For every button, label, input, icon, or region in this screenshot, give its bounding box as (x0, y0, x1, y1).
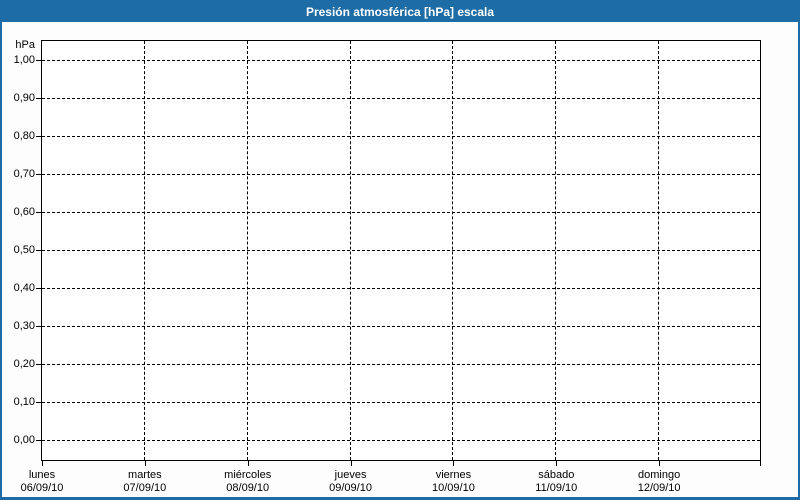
gridline-vertical (658, 41, 660, 460)
gridline-vertical (452, 41, 454, 460)
y-tick-mark (36, 402, 41, 403)
gridline-vertical (246, 41, 248, 460)
gridline-vertical (349, 41, 351, 460)
y-tick-label: 0,90 (13, 92, 35, 104)
y-tick-label: 1,00 (13, 54, 35, 66)
x-tick-mark (42, 461, 43, 466)
x-day-label: domingo (638, 469, 681, 481)
y-tick-mark (36, 288, 41, 289)
gridline-horizontal (42, 440, 760, 441)
y-tick-label: 0,10 (13, 396, 35, 408)
gridline-horizontal (42, 288, 760, 289)
y-tick-mark (36, 326, 41, 327)
y-tick-label: 0,20 (13, 358, 35, 370)
y-tick-mark (36, 174, 41, 175)
gridline-horizontal (42, 60, 760, 61)
x-date-label: 12/09/10 (637, 482, 681, 494)
gridline-horizontal (42, 364, 760, 365)
plot-area (41, 40, 761, 461)
y-tick-label: 0,40 (13, 282, 35, 294)
y-tick-mark (36, 136, 41, 137)
gridline-horizontal (42, 174, 760, 175)
y-tick-label: 0,30 (13, 320, 35, 332)
x-tick-mark (247, 461, 249, 466)
gridline-vertical (143, 41, 145, 460)
y-tick-label: 0,60 (13, 206, 35, 218)
gridline-horizontal (42, 250, 760, 251)
gridline-horizontal (42, 98, 760, 99)
gridline-horizontal (42, 326, 760, 327)
y-tick-label: 0,70 (13, 168, 35, 180)
gridline-horizontal (42, 136, 760, 137)
x-tick-mark (350, 461, 352, 466)
gridline-horizontal (42, 212, 760, 213)
y-axis-unit-label: hPa (15, 39, 35, 51)
x-tick-mark (144, 461, 146, 466)
gridline-horizontal (42, 402, 760, 403)
x-tick-mark (556, 461, 558, 466)
y-tick-mark (36, 364, 41, 365)
y-tick-mark (36, 98, 41, 99)
chart-window: Presión atmosférica [hPa] escala hPa 1,0… (0, 0, 800, 500)
y-tick-mark (36, 250, 41, 251)
x-tick-mark (760, 461, 761, 466)
y-tick-label: 0,80 (13, 130, 35, 142)
chart-area: hPa 1,00 0,90 0,80 0,70 0,60 0,50 0,40 0,30 0,20… (2, 2, 798, 497)
y-tick-mark (36, 60, 41, 61)
x-tick-mark (659, 461, 661, 466)
gridline-vertical (555, 41, 557, 460)
y-tick-label: 0,50 (13, 244, 35, 256)
y-tick-mark (36, 440, 41, 441)
y-tick-label: 0,00 (13, 434, 35, 446)
y-tick-mark (36, 212, 41, 213)
x-tick-mark (453, 461, 455, 466)
